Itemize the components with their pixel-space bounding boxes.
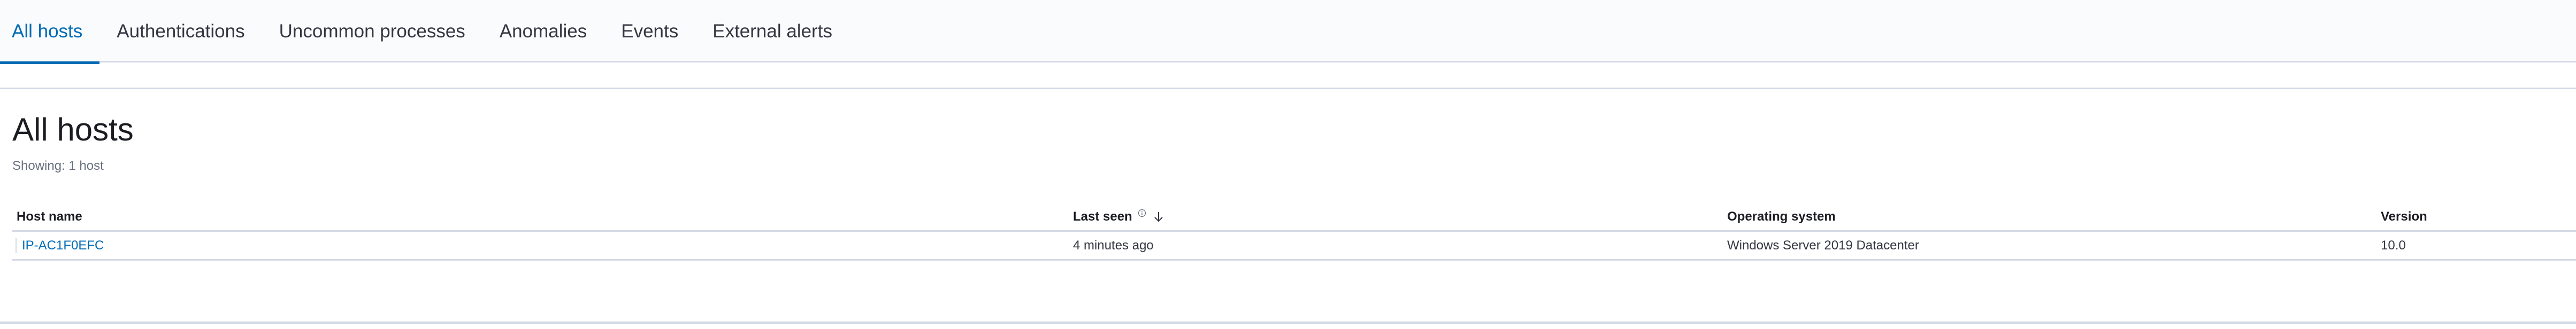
tab-authentications[interactable]: Authentications [99, 0, 262, 62]
tab-list: All hosts Authentications Uncommon proce… [0, 0, 849, 64]
column-header-label: Version [2381, 209, 2427, 224]
host-name-link[interactable]: IP-AC1F0EFC [16, 238, 104, 253]
info-icon[interactable] [1138, 209, 1146, 217]
last-seen-cell: 4 minutes ago [1073, 238, 1154, 253]
page-title: All hosts [12, 112, 134, 147]
tab-external-alerts[interactable]: External alerts [695, 0, 849, 62]
tab-uncommon-processes[interactable]: Uncommon processes [262, 0, 482, 62]
column-header-host-name[interactable]: Host name [17, 203, 82, 230]
column-header-label: Last seen [1073, 209, 1132, 224]
table-row: IP-AC1F0EFC 4 minutes ago Windows Server… [12, 232, 2576, 261]
column-header-version[interactable]: Version [2381, 203, 2427, 230]
tab-all-hosts[interactable]: All hosts [0, 0, 100, 64]
column-header-operating-system[interactable]: Operating system [1727, 203, 1836, 230]
host-count-text: Showing: 1 host [12, 159, 104, 173]
hosts-table: Host name Last seen Operating system Ver… [12, 203, 2576, 261]
version-cell: 10.0 [2381, 238, 2406, 253]
table-header-row: Host name Last seen Operating system Ver… [12, 203, 2576, 232]
hosts-panel: All hosts Showing: 1 host Host name Last… [0, 89, 2576, 324]
column-header-last-seen[interactable]: Last seen [1073, 203, 1166, 230]
tab-anomalies[interactable]: Anomalies [482, 0, 604, 62]
arrow-down-icon[interactable] [1152, 210, 1166, 224]
tabs-bar: All hosts Authentications Uncommon proce… [0, 0, 2576, 64]
column-header-label: Operating system [1727, 209, 1836, 224]
operating-system-cell: Windows Server 2019 Datacenter [1727, 238, 1919, 253]
host-name-cell: IP-AC1F0EFC [16, 232, 104, 259]
tab-events[interactable]: Events [604, 0, 695, 62]
column-header-label: Host name [17, 209, 82, 224]
